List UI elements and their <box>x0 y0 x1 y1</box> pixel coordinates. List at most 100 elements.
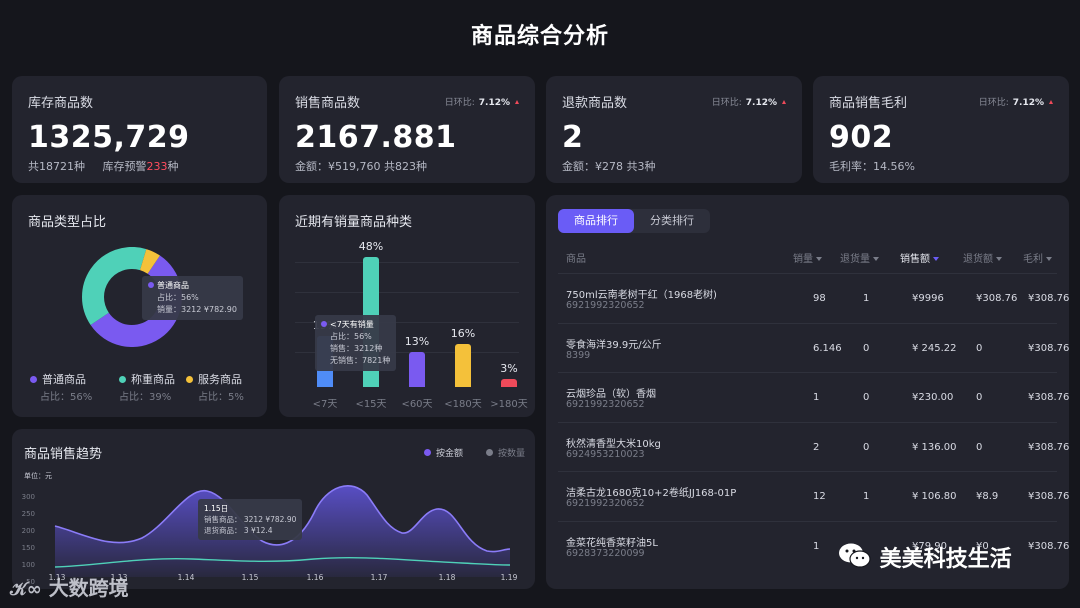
legend-item-weighted[interactable]: 称重商品 <box>119 371 175 387</box>
header-name: 商品 <box>566 254 586 265</box>
kpi-card-profit: 商品销售毛利 日环比: 7.12% 902 毛利率：14.56% <box>813 76 1069 183</box>
x-tick: 1.14 <box>177 573 195 582</box>
product-code: 8399 <box>566 349 591 361</box>
bar-tooltip: <7天有销量 占比：56% 销售：3212种 无销售：7821种 <box>315 315 397 371</box>
sort-icon <box>873 257 879 261</box>
x-tick: 1.16 <box>306 573 324 582</box>
cell-returns: 1 <box>863 491 870 502</box>
page-title: 商品综合分析 <box>470 24 609 49</box>
kpi-ratio: 日环比: 7.12% <box>979 95 1053 108</box>
gridline <box>295 262 519 263</box>
tab-category-ranking[interactable]: 分类排行 <box>634 209 710 233</box>
y-tick: 200 <box>21 527 35 535</box>
cell-profit: ¥308.76 <box>1028 392 1069 403</box>
bar-label: 48% <box>358 240 384 253</box>
header-profit[interactable]: 毛利 <box>1023 250 1052 265</box>
wechat-icon <box>838 542 872 570</box>
cell-returns: 0 <box>863 441 870 453</box>
legend-sub: 占比：56% <box>40 392 93 403</box>
ranking-card: 商品排行 分类排行 商品 销量 退货量 销售额 退货额 毛利 750ml云南老树… <box>546 195 1069 589</box>
legend-dot <box>486 449 493 456</box>
bar-3[interactable] <box>455 343 471 387</box>
tooltip-line: 销售商品： 3212 ¥782.90 <box>204 515 297 524</box>
cell-qty: 2 <box>813 441 820 453</box>
product-type-card: 商品类型占比 普通商品 占比：56% 销量：3212 ¥782.90 普通商品 … <box>12 195 267 417</box>
x-tick: 1.17 <box>370 573 388 582</box>
sort-icon <box>933 257 939 261</box>
cell-profit: ¥308.76 <box>1028 293 1069 304</box>
table-row[interactable]: 秋然清香型大米10kg 6924953210023 2 0 ¥ 136.00 0 ¥308.… <box>558 421 1069 471</box>
cell-returns: 0 <box>863 342 870 354</box>
sort-icon <box>1046 257 1052 261</box>
legend-dot <box>424 449 431 456</box>
header-returns[interactable]: 退货量 <box>840 250 879 265</box>
up-arrow-icon <box>782 100 786 104</box>
cell-qty: 1 <box>813 540 820 552</box>
tab-product-ranking[interactable]: 商品排行 <box>558 209 634 233</box>
product-code: 6921992320652 <box>566 300 645 311</box>
table-row[interactable]: 零食海洋39.9元/公斤 8399 6.146 0 ¥ 245.22 0 ¥308.76 <box>558 322 1069 372</box>
bar-4[interactable] <box>501 378 517 387</box>
bar-label: 3% <box>500 361 518 375</box>
tooltip-line: 退货商品： 3 ¥12.4 <box>204 526 273 535</box>
tooltip-line: 占比：56% <box>330 332 372 341</box>
product-name: 云烟珍品（软）香烟 <box>566 389 656 400</box>
product-name: 洁柔古龙1680克10+2卷纸JJ168-01P <box>566 488 737 499</box>
tooltip-title: 1.15日 <box>204 504 229 513</box>
bar-label: 16% <box>450 326 476 340</box>
header-qty[interactable]: 销量 <box>793 250 822 265</box>
kpi-card-sales: 销售商品数 日环比: 7.12% 2167.881 金额：¥519,760 共82… <box>279 76 535 183</box>
product-name: 秋然清香型大米10kg <box>566 438 661 450</box>
ranking-tabs: 商品排行 分类排行 <box>558 209 710 233</box>
bar-x-label: >180天 <box>490 399 528 410</box>
kpi-ratio: 日环比: 7.12% <box>445 95 519 108</box>
cell-return-amount: ¥308.76 <box>976 293 1018 304</box>
legend-quantity[interactable]: 按数量 <box>486 446 525 459</box>
x-tick: 1.18 <box>438 573 456 582</box>
table-row[interactable]: 750ml云南老树干红（1968老树) 6921992320652 98 1 ¥9996… <box>558 273 1069 322</box>
ratio-label: 日环比: <box>711 98 742 108</box>
tooltip-line: 销售：3212种 <box>330 344 383 353</box>
y-tick: 100 <box>21 561 35 569</box>
legend-sub: 占比：39% <box>119 392 172 403</box>
header-return-amount[interactable]: 退货额 <box>963 250 1002 265</box>
tooltip-line: 占比：56% <box>157 293 199 302</box>
kpi-value: 902 <box>829 120 894 155</box>
header-sales[interactable]: 销售额 <box>900 250 939 265</box>
cell-returns: 0 <box>863 392 870 403</box>
table-header: 商品 销量 退货量 销售额 退货额 毛利 <box>546 247 1069 267</box>
kpi-sub-warning-count: 233 <box>146 160 168 173</box>
legend-item-normal[interactable]: 普通商品 <box>30 371 86 387</box>
legend-item-service[interactable]: 服务商品 <box>186 371 242 387</box>
table-row[interactable]: 云烟珍品（软）香烟 6921992320652 1 0 ¥230.00 0 ¥308.76 <box>558 372 1069 421</box>
product-code: 6928373220099 <box>566 547 645 559</box>
recent-sales-card: 近期有销量商品种类 19%<7天48%<15天13%<60天16%<180天3%… <box>279 195 535 417</box>
legend-dot <box>186 376 193 383</box>
kpi-sub-unit: 种 <box>167 160 179 173</box>
legend-amount[interactable]: 按金额 <box>424 446 463 459</box>
table-row[interactable]: 洁柔古龙1680克10+2卷纸JJ168-01P 6921992320652 12 1… <box>558 471 1069 520</box>
cell-qty: 1 <box>813 392 820 403</box>
cell-sales: ¥ 106.80 <box>912 491 957 502</box>
cell-profit: ¥308.76 <box>1028 441 1069 453</box>
cell-return-amount: ¥8.9 <box>976 491 999 502</box>
product-name: 零食海洋39.9元/公斤 <box>566 339 662 351</box>
logo-icon: 𝒦∞ <box>10 579 42 600</box>
donut-tooltip: 普通商品 占比：56% 销量：3212 ¥782.90 <box>142 276 243 320</box>
kpi-value: 1325,729 <box>28 120 190 155</box>
up-arrow-icon <box>1049 100 1053 104</box>
kpi-sub: 共18721种 库存预警233种 <box>28 158 178 174</box>
cell-sales: ¥9996 <box>912 293 944 304</box>
kpi-value: 2 <box>562 120 584 155</box>
legend-sub: 占比：5% <box>198 392 244 403</box>
kpi-value: 2167.881 <box>295 120 457 155</box>
product-name: 金菜花纯香菜籽油5L <box>566 537 658 549</box>
cell-qty: 98 <box>813 293 826 304</box>
sort-icon <box>996 257 1002 261</box>
tooltip-line: 销量：3212 ¥782.90 <box>157 305 237 314</box>
sort-icon <box>816 257 822 261</box>
ratio-label: 日环比: <box>978 98 1009 108</box>
bar-2[interactable] <box>409 351 425 387</box>
y-tick: 150 <box>21 544 35 552</box>
product-code: 6921992320652 <box>566 399 645 410</box>
